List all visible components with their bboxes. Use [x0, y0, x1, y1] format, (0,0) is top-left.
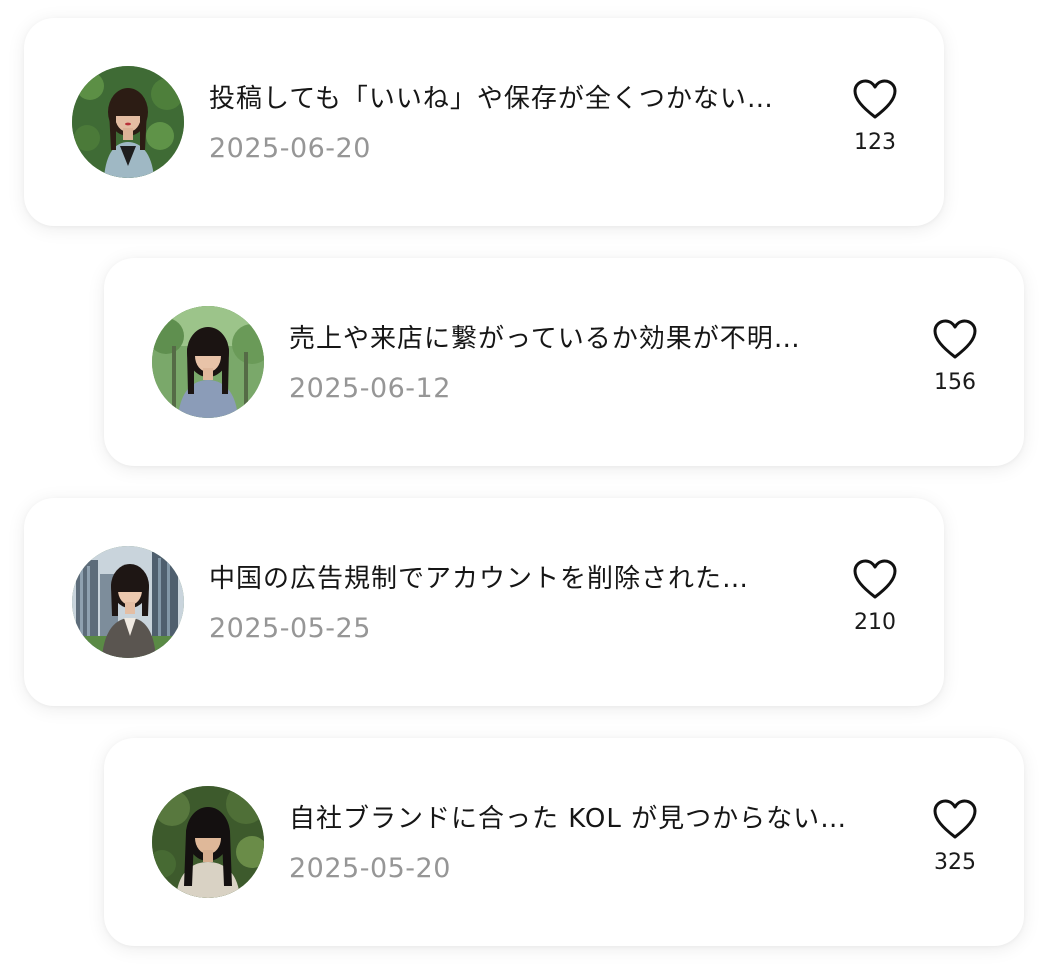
post-title[interactable]: 自社ブランドに合った KOL が見つからない… — [289, 802, 909, 836]
heart-icon[interactable] — [852, 78, 898, 120]
user-photo-icon — [72, 66, 184, 178]
heart-icon[interactable] — [852, 558, 898, 600]
like-control: 210 — [842, 558, 908, 636]
avatar[interactable] — [152, 306, 264, 418]
heart-icon[interactable] — [932, 318, 978, 360]
post-date: 2025-05-25 — [209, 613, 371, 644]
avatar[interactable] — [72, 546, 184, 658]
post-card[interactable]: 自社ブランドに合った KOL が見つからない… 2025-05-20 325 — [104, 738, 1024, 946]
post-date: 2025-05-20 — [289, 853, 451, 884]
like-count: 156 — [934, 370, 976, 395]
avatar[interactable] — [72, 66, 184, 178]
post-date: 2025-06-12 — [289, 373, 451, 404]
user-photo-icon — [152, 786, 264, 898]
user-photo-icon — [72, 546, 184, 658]
post-card[interactable]: 中国の広告規制でアカウントを削除された… 2025-05-25 210 — [24, 498, 944, 706]
user-photo-icon — [152, 306, 264, 418]
heart-icon[interactable] — [932, 798, 978, 840]
post-title[interactable]: 売上や来店に繋がっているか効果が不明… — [289, 322, 909, 356]
like-control: 156 — [922, 318, 988, 396]
like-count: 325 — [934, 850, 976, 875]
like-count: 123 — [854, 130, 896, 155]
like-control: 123 — [842, 78, 908, 156]
post-card[interactable]: 投稿しても「いいね」や保存が全くつかない… 2025-06-20 123 — [24, 18, 944, 226]
post-title[interactable]: 中国の広告規制でアカウントを削除された… — [209, 562, 829, 596]
post-card[interactable]: 売上や来店に繋がっているか効果が不明… 2025-06-12 156 — [104, 258, 1024, 466]
avatar[interactable] — [152, 786, 264, 898]
post-feed: 投稿しても「いいね」や保存が全くつかない… 2025-06-20 123 売上や… — [0, 0, 1048, 976]
post-date: 2025-06-20 — [209, 133, 371, 164]
like-count: 210 — [854, 610, 896, 635]
like-control: 325 — [922, 798, 988, 876]
post-title[interactable]: 投稿しても「いいね」や保存が全くつかない… — [209, 82, 829, 116]
